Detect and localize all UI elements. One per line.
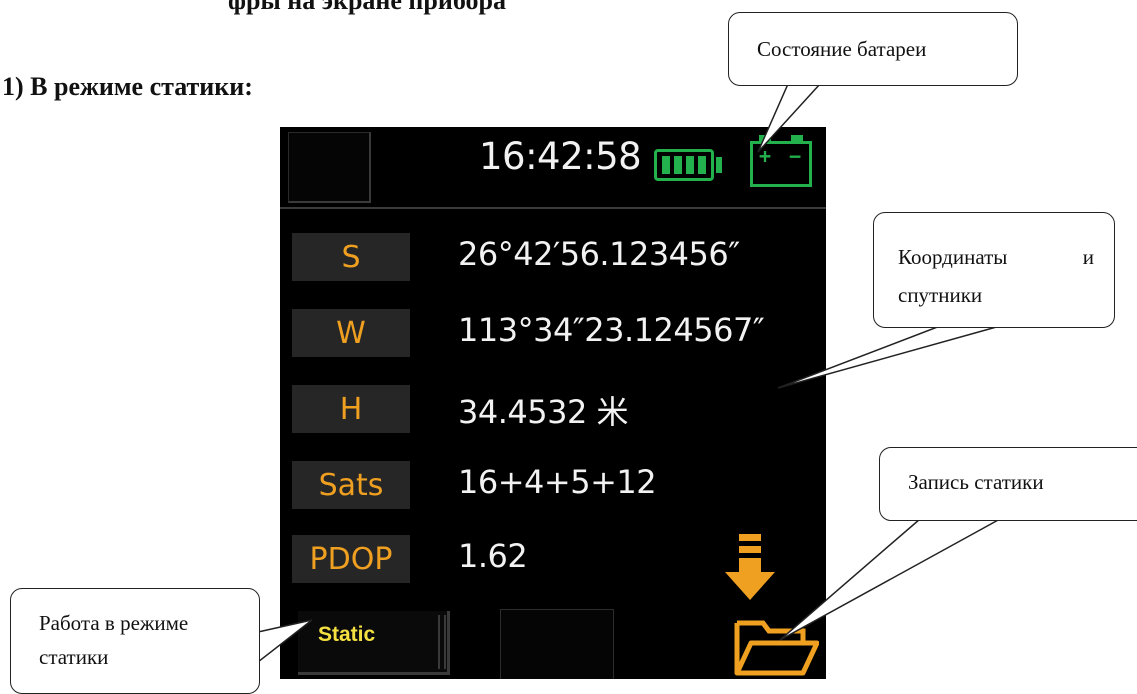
static-mode-label: Static bbox=[318, 623, 376, 646]
charge-minus-sign: − bbox=[788, 144, 801, 168]
pdop-label: PDOP bbox=[292, 535, 410, 583]
latitude-value: 26°42′56.123456″ bbox=[458, 235, 740, 273]
satellites-label: Sats bbox=[292, 461, 410, 509]
battery-full-icon bbox=[654, 149, 714, 181]
longitude-label: W bbox=[292, 309, 410, 357]
header-divider bbox=[280, 207, 826, 209]
callout-battery-text: Состояние батареи bbox=[757, 37, 927, 61]
clock: 16:42:58 bbox=[479, 135, 642, 178]
folder-icon[interactable] bbox=[733, 619, 819, 677]
latitude-label: S bbox=[292, 233, 410, 281]
static-button-divider bbox=[438, 615, 446, 669]
section-title: 1) В режиме статики: bbox=[2, 72, 253, 101]
static-mode-button[interactable]: Static bbox=[298, 611, 450, 675]
charging-battery-icon[interactable]: + − bbox=[750, 135, 812, 187]
empty-softkey[interactable] bbox=[500, 609, 614, 679]
callout-static-mode: Работа в режиме статики bbox=[10, 588, 260, 694]
pdop-value: 1.62 bbox=[458, 537, 528, 575]
charge-plus-sign: + bbox=[759, 144, 772, 168]
callout-static-recording: Запись статики bbox=[879, 447, 1137, 521]
battery-tip bbox=[716, 157, 722, 173]
callout-coords-word1: Координаты bbox=[898, 245, 1008, 269]
height-value: 34.4532 米 bbox=[458, 393, 629, 431]
device-screen: 16:42:58 + − S 26°42′56.123456″ W 113°34… bbox=[280, 127, 826, 679]
satellites-value: 16+4+5+12 bbox=[458, 463, 657, 501]
download-arrow-icon bbox=[725, 534, 775, 600]
menu-button[interactable] bbox=[288, 132, 371, 203]
callout-static-line2: статики bbox=[39, 645, 109, 669]
document-heading: фры на экране прибора bbox=[228, 0, 506, 15]
callout-static-line1: Работа в режиме bbox=[39, 611, 189, 635]
callout-coords-word2: и bbox=[1082, 245, 1094, 269]
callout-coords-line2: спутники bbox=[898, 283, 983, 307]
longitude-value: 113°34″23.124567″ bbox=[458, 311, 765, 349]
height-label: H bbox=[292, 385, 410, 433]
callout-coordinates: Координаты и спутники bbox=[873, 212, 1115, 328]
callout-record-text: Запись статики bbox=[908, 470, 1044, 494]
callout-battery-status: Состояние батареи bbox=[728, 12, 1018, 86]
